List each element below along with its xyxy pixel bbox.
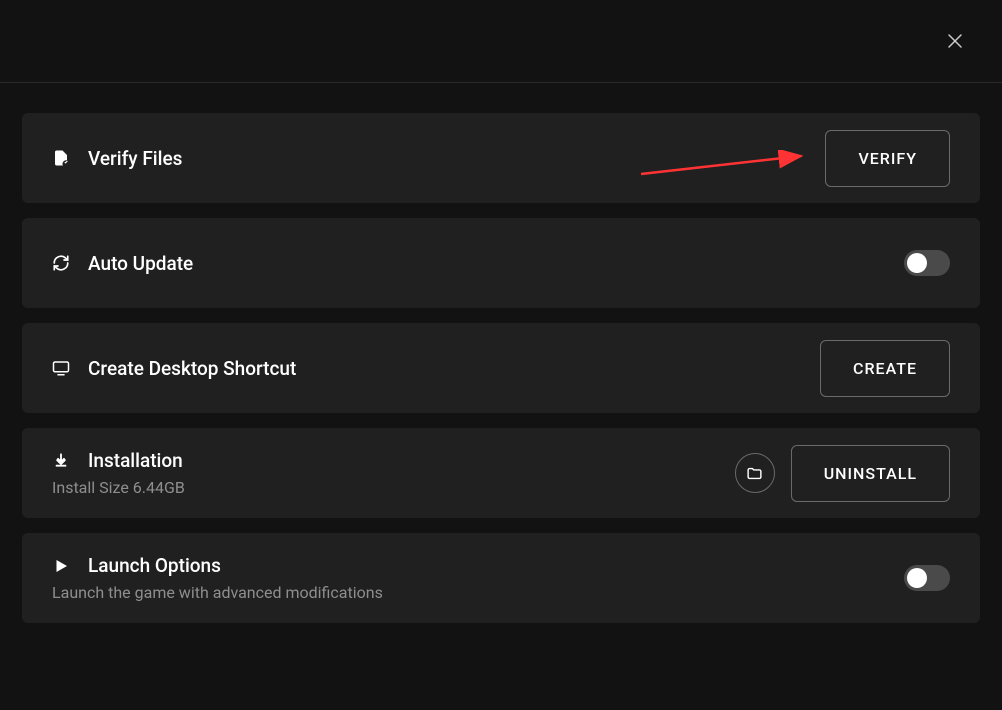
auto-update-toggle[interactable] xyxy=(904,250,950,276)
installation-title: Installation xyxy=(88,449,183,472)
settings-list: Verify Files VERIFY Auto Update xyxy=(0,83,1002,623)
launch-options-title: Launch Options xyxy=(88,554,221,577)
uninstall-button[interactable]: UNINSTALL xyxy=(791,445,950,502)
open-folder-button[interactable] xyxy=(735,453,775,493)
auto-update-title: Auto Update xyxy=(88,252,193,275)
create-shortcut-title: Create Desktop Shortcut xyxy=(88,357,296,380)
download-icon xyxy=(52,452,70,470)
verify-files-title: Verify Files xyxy=(88,147,182,170)
create-shortcut-row: Create Desktop Shortcut CREATE xyxy=(22,323,980,413)
file-check-icon xyxy=(52,149,70,167)
installation-size: Install Size 6.44GB xyxy=(52,478,185,497)
verify-files-row: Verify Files VERIFY xyxy=(22,113,980,203)
launch-options-toggle[interactable] xyxy=(904,565,950,591)
launch-options-row: Launch Options Launch the game with adva… xyxy=(22,533,980,623)
installation-row: Installation Install Size 6.44GB UNINSTA… xyxy=(22,428,980,518)
auto-update-row: Auto Update xyxy=(22,218,980,308)
sync-icon xyxy=(52,254,70,272)
close-icon[interactable] xyxy=(946,32,964,50)
play-icon xyxy=(52,557,70,575)
verify-button[interactable]: VERIFY xyxy=(825,130,950,187)
header xyxy=(0,0,1002,83)
create-shortcut-button[interactable]: CREATE xyxy=(820,340,950,397)
launch-options-subtitle: Launch the game with advanced modificati… xyxy=(52,583,383,602)
desktop-icon xyxy=(52,359,70,377)
